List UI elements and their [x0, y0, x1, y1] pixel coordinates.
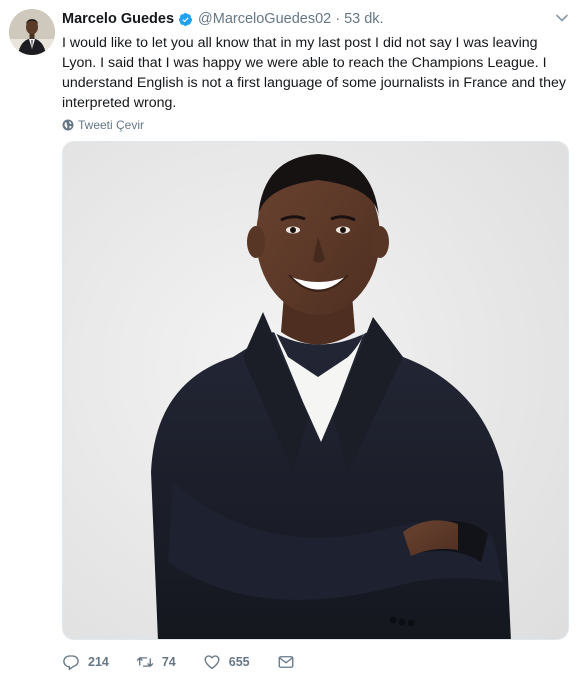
retweet-icon — [136, 657, 154, 667]
tweet-actions: 214 74 655 — [62, 652, 330, 672]
display-name[interactable]: Marcelo Guedes — [62, 11, 174, 27]
verified-badge-icon — [178, 12, 193, 26]
direct-message-button[interactable] — [277, 653, 303, 671]
retweet-count: 74 — [161, 655, 176, 669]
tweet-text: I would like to let you all know that in… — [62, 35, 566, 111]
avatar-image — [9, 9, 55, 55]
tweet-header: Marcelo Guedes @MarceloGuedes02 · 53 dk. — [62, 9, 569, 29]
reply-count: 214 — [88, 655, 109, 669]
chevron-down-icon[interactable] — [555, 11, 569, 25]
tweet-photo[interactable] — [62, 141, 569, 640]
like-count: 655 — [228, 655, 250, 669]
portrait-photo — [63, 142, 568, 639]
translate-label: Tweeti Çevir — [78, 118, 145, 132]
like-button[interactable]: 655 — [203, 653, 250, 671]
globe-icon — [62, 119, 74, 131]
translate-tweet-link[interactable]: Tweeti Çevir — [62, 117, 144, 133]
avatar[interactable] — [9, 9, 55, 55]
retweet-button[interactable]: 74 — [136, 653, 176, 671]
separator-dot: · — [335, 11, 341, 27]
handle[interactable]: @MarceloGuedes02 — [198, 11, 331, 27]
heart-icon — [204, 655, 220, 670]
envelope-icon — [278, 656, 294, 668]
timestamp[interactable]: 53 dk. — [344, 11, 384, 27]
reply-button[interactable]: 214 — [62, 653, 109, 671]
reply-icon — [63, 655, 79, 671]
